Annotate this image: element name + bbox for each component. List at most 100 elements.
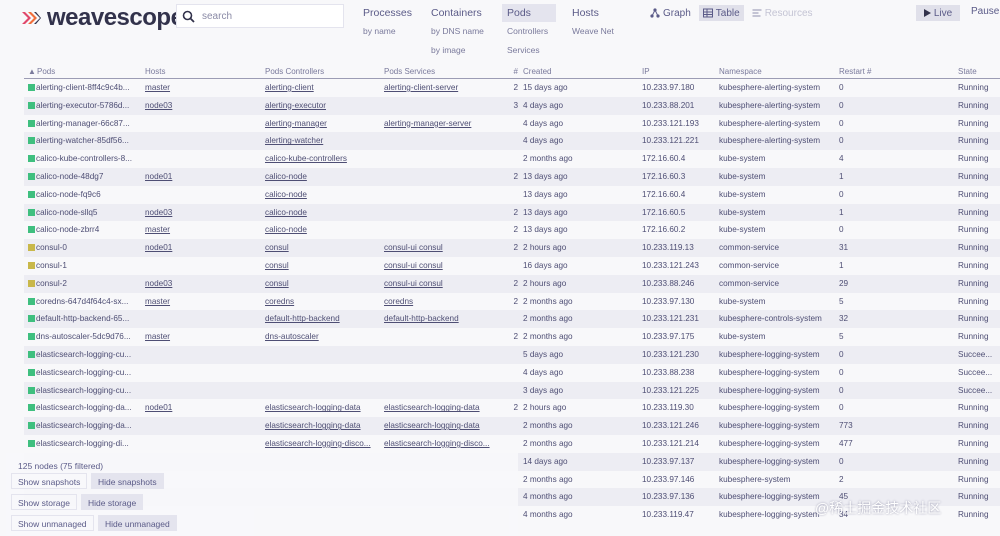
table-row[interactable]: coredns-647d4f64c4-sx... master coredns cor… bbox=[24, 293, 1000, 311]
table-row[interactable]: consul-0 node01 consul consul-ui consul 2 2 h… bbox=[24, 239, 1000, 257]
cell-controller[interactable]: calico-node bbox=[265, 172, 373, 181]
cell-controller[interactable]: elasticsearch-logging-data bbox=[265, 421, 373, 430]
cell-pod-name[interactable]: elasticsearch-logging-cu... bbox=[36, 386, 151, 395]
header-restart[interactable]: Restart # bbox=[839, 67, 879, 76]
show-unmanaged-button[interactable]: Show unmanaged bbox=[11, 515, 94, 531]
cell-service[interactable]: default-http-backend bbox=[384, 314, 504, 323]
cell-controller[interactable]: consul bbox=[265, 279, 373, 288]
cell-pod-name[interactable]: elasticsearch-logging-da... bbox=[36, 403, 151, 412]
table-row[interactable]: calico-kube-controllers-8... calico-kube-… bbox=[24, 150, 1000, 168]
sub-topology-services[interactable]: Services bbox=[502, 41, 556, 60]
table-row[interactable]: calico-node-48dg7 node01 calico-node 2 13 da… bbox=[24, 167, 1000, 186]
cell-pod-name[interactable]: alerting-client-8ff4c9c4b... bbox=[36, 83, 151, 92]
cell-pod-name[interactable]: default-http-backend-65... bbox=[36, 314, 151, 323]
table-row[interactable]: calico-node-sllq5 node03 calico-node 2 13 da… bbox=[24, 203, 1000, 222]
cell-service[interactable]: elasticsearch-logging-disco... bbox=[384, 439, 504, 448]
cell-controller[interactable]: consul bbox=[265, 243, 373, 252]
cell-service[interactable]: consul-ui consul bbox=[384, 279, 504, 288]
cell-controller[interactable]: alerting-client bbox=[265, 83, 373, 92]
cell-pod-name[interactable]: calico-node-fq9c6 bbox=[36, 190, 151, 199]
graph-view-button[interactable]: Graph bbox=[646, 5, 695, 21]
table-row[interactable]: elasticsearch-logging-da... elasticsearch… bbox=[24, 417, 1000, 435]
cell-pod-name[interactable]: elasticsearch-logging-da... bbox=[36, 421, 151, 430]
show-snapshots-button[interactable]: Show snapshots bbox=[11, 473, 88, 489]
sub-topology-weave-net[interactable]: Weave Net bbox=[567, 22, 614, 41]
cell-controller[interactable]: dns-autoscaler bbox=[265, 332, 373, 341]
table-row[interactable]: elasticsearch-logging-da... node01 elastic… bbox=[24, 399, 1000, 417]
cell-pod-name[interactable]: calico-kube-controllers-8... bbox=[36, 154, 151, 163]
sub-topology-by-dns-name[interactable]: by DNS name bbox=[426, 22, 487, 41]
hide-storage-button[interactable]: Hide storage bbox=[81, 494, 144, 510]
cell-pod-name[interactable]: consul-1 bbox=[36, 261, 151, 270]
header-created[interactable]: Created bbox=[523, 67, 633, 76]
cell-host[interactable]: master bbox=[145, 225, 255, 234]
cell-service[interactable]: consul-ui consul bbox=[384, 261, 504, 270]
pause-button[interactable]: Pause bbox=[971, 6, 999, 17]
table-row[interactable]: elasticsearch-logging-cu... 4 days ago 10.… bbox=[24, 364, 1000, 382]
cell-service[interactable]: elasticsearch-logging-data bbox=[384, 403, 504, 412]
table-row[interactable]: dns-autoscaler-5dc9d76... master dns-autos… bbox=[24, 328, 1000, 346]
cell-controller[interactable]: calico-node bbox=[265, 208, 373, 217]
topology-hosts-button[interactable]: Hosts bbox=[567, 4, 614, 22]
cell-pod-name[interactable]: calico-node-zbrr4 bbox=[36, 225, 151, 234]
cell-controller[interactable]: elasticsearch-logging-data bbox=[265, 403, 373, 412]
topology-processes-button[interactable]: Processes bbox=[358, 4, 417, 22]
table-row[interactable]: consul-1 consul consul-ui consul 16 days ag… bbox=[24, 257, 1000, 275]
header-ip[interactable]: IP bbox=[642, 67, 718, 76]
cell-host[interactable]: node03 bbox=[145, 208, 255, 217]
header-pods-controllers[interactable]: Pods Controllers bbox=[265, 67, 373, 76]
cell-pod-name[interactable]: calico-node-sllq5 bbox=[36, 208, 151, 217]
cell-pod-name[interactable]: alerting-watcher-85df56... bbox=[36, 136, 151, 145]
cell-host[interactable]: node01 bbox=[145, 172, 255, 181]
sub-topology-by-name[interactable]: by name bbox=[358, 22, 417, 41]
cell-host[interactable]: node03 bbox=[145, 279, 255, 288]
header-count[interactable]: # bbox=[504, 67, 518, 76]
cell-controller[interactable]: default-http-backend bbox=[265, 314, 373, 323]
cell-controller[interactable]: calico-node bbox=[265, 190, 373, 199]
sub-topology-controllers[interactable]: Controllers bbox=[502, 22, 556, 41]
cell-pod-name[interactable]: elasticsearch-logging-cu... bbox=[36, 350, 151, 359]
cell-host[interactable]: master bbox=[145, 83, 255, 92]
cell-service[interactable]: coredns bbox=[384, 297, 504, 306]
header-namespace[interactable]: Namespace bbox=[719, 67, 834, 76]
cell-controller[interactable]: alerting-executor bbox=[265, 101, 373, 110]
cell-pod-name[interactable]: alerting-executor-5786d... bbox=[36, 101, 151, 110]
table-row[interactable]: alerting-watcher-85df56... alerting-watch… bbox=[24, 132, 1000, 151]
cell-controller[interactable]: alerting-watcher bbox=[265, 136, 373, 145]
show-storage-button[interactable]: Show storage bbox=[11, 494, 77, 510]
cell-service[interactable]: alerting-client-server bbox=[384, 83, 504, 92]
table-row[interactable]: elasticsearch-logging-di... elasticsearch… bbox=[24, 435, 1000, 453]
header-state[interactable]: State bbox=[958, 67, 1000, 76]
search-box[interactable] bbox=[176, 4, 344, 28]
hide-snapshots-button[interactable]: Hide snapshots bbox=[91, 473, 164, 489]
cell-pod-name[interactable]: consul-2 bbox=[36, 279, 151, 288]
cell-pod-name[interactable]: coredns-647d4f64c4-sx... bbox=[36, 297, 151, 306]
table-row[interactable]: elasticsearch-logging-cu... 5 days ago 10.… bbox=[24, 345, 1000, 364]
cell-pod-name[interactable]: elasticsearch-logging-di... bbox=[36, 439, 151, 448]
header-hosts[interactable]: Hosts bbox=[145, 67, 255, 76]
cell-host[interactable]: master bbox=[145, 297, 255, 306]
weavescope-logo[interactable]: weavescope bbox=[20, 4, 184, 32]
cell-controller[interactable]: coredns bbox=[265, 297, 373, 306]
cell-controller[interactable]: calico-kube-controllers bbox=[265, 154, 373, 163]
cell-pod-name[interactable]: calico-node-48dg7 bbox=[36, 172, 151, 181]
table-row[interactable]: calico-node-zbrr4 master calico-node 2 13 da… bbox=[24, 221, 1000, 239]
cell-controller[interactable]: consul bbox=[265, 261, 373, 270]
cell-controller[interactable]: alerting-manager bbox=[265, 119, 373, 128]
table-row[interactable]: alerting-manager-66c87... alerting-manage… bbox=[24, 115, 1000, 133]
table-row[interactable]: alerting-client-8ff4c9c4b... master alerti… bbox=[24, 79, 1000, 97]
table-row[interactable]: consul-2 node03 consul consul-ui consul 2 2 h… bbox=[24, 274, 1000, 293]
header-pods-services[interactable]: Pods Services bbox=[384, 67, 504, 76]
live-button[interactable]: Live bbox=[916, 5, 960, 21]
cell-service[interactable]: consul-ui consul bbox=[384, 243, 504, 252]
header-pods[interactable]: Pods bbox=[37, 67, 152, 76]
search-input[interactable] bbox=[202, 10, 342, 22]
cell-controller[interactable]: calico-node bbox=[265, 225, 373, 234]
cell-host[interactable]: node01 bbox=[145, 403, 255, 412]
table-row[interactable]: default-http-backend-65... default-http-b… bbox=[24, 310, 1000, 329]
cell-host[interactable]: master bbox=[145, 332, 255, 341]
cell-pod-name[interactable]: alerting-manager-66c87... bbox=[36, 119, 151, 128]
table-row[interactable]: elasticsearch-logging-cu... 3 days ago 10.… bbox=[24, 381, 1000, 400]
cell-service[interactable]: alerting-manager-server bbox=[384, 119, 504, 128]
cell-host[interactable]: node01 bbox=[145, 243, 255, 252]
